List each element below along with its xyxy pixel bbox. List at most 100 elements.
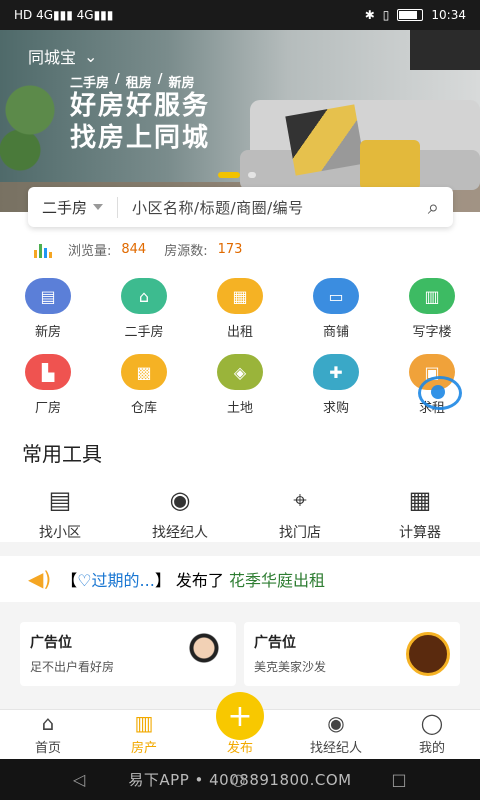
hero-tag: 租房 (125, 76, 152, 91)
tool-find-community[interactable]: ▤ 找小区 (0, 484, 120, 542)
caret-down-icon (93, 204, 104, 210)
calculator-icon: ▦ (408, 486, 432, 514)
category-new-house[interactable]: ▤ 新房 (0, 278, 96, 340)
notice-bar[interactable]: ◀) 【♡过期的...】 发布了 花季华庭出租 (0, 556, 480, 602)
hero-title-line: 找房上同城 (70, 123, 211, 153)
search-icon[interactable]: ⌕ (428, 195, 439, 219)
category-buy-request[interactable]: ✚ 求购 (288, 354, 384, 416)
shop-icon: ▭ (313, 278, 359, 314)
agent-icon: ◉ (327, 711, 345, 735)
category-label: 商铺 (322, 325, 349, 340)
hero-tag: 新房 (168, 76, 195, 91)
category-label: 厂房 (34, 401, 61, 416)
home-nav-icon[interactable]: ○ (231, 770, 245, 789)
warehouse-icon: ▩ (121, 354, 167, 390)
tool-find-store[interactable]: ⌖ 找门店 (240, 484, 360, 542)
tab-home[interactable]: ⌂ 首页 (0, 710, 96, 759)
city-name: 同城宝 (28, 48, 77, 67)
tools-title: 常用工具 (22, 442, 102, 466)
category-label: 仓库 (130, 401, 157, 416)
land-icon: ◈ (217, 354, 263, 390)
map-pin-icon: ⌖ (293, 486, 307, 514)
touch-indicator (418, 376, 462, 410)
views-label: 浏览量: (68, 244, 112, 259)
carousel-dots (218, 172, 256, 178)
rent-icon: ▦ (217, 278, 263, 314)
tab-label: 首页 (34, 741, 61, 756)
ads-row: 广告位 足不出户看好房 广告位 美克美家沙发 (20, 622, 460, 686)
notice-user: ♡过期的... (77, 571, 155, 590)
megaphone-icon: ◀) (28, 567, 52, 591)
status-bar: HD 4G▮▮▮ 4G▮▮▮ ✱ ▯ 10:34 (0, 0, 480, 30)
agent-icon: ◉ (169, 486, 191, 514)
home-icon: ⌂ (41, 711, 55, 735)
tab-mine[interactable]: ◯ 我的 (384, 710, 480, 759)
category-rent[interactable]: ▦ 出租 (192, 278, 288, 340)
category-land[interactable]: ◈ 土地 (192, 354, 288, 416)
search-type-dropdown[interactable]: 二手房 (42, 196, 119, 218)
clock: 10:34 (431, 8, 466, 22)
tool-label: 找小区 (39, 525, 81, 541)
notice-target: 花季华庭出租 (229, 571, 326, 590)
notice-action: 发布了 (175, 571, 224, 590)
search-input[interactable]: 小区名称/标题/商圈/编号 (118, 197, 428, 218)
plant-decor (0, 80, 60, 190)
tool-label: 计算器 (399, 525, 441, 541)
vibrate-icon: ▯ (382, 8, 390, 22)
ad-card[interactable]: 广告位 足不出户看好房 (20, 622, 236, 686)
plus-icon: + (216, 692, 264, 740)
hero-tag-sep: / (115, 72, 120, 87)
chevron-down-icon: ⌄ (84, 46, 98, 66)
agent-avatar (182, 632, 226, 676)
building-icon: ▥ (134, 711, 154, 735)
category-warehouse[interactable]: ▩ 仓库 (96, 354, 192, 416)
tool-label: 找门店 (279, 525, 321, 541)
tool-label: 找经纪人 (152, 525, 208, 541)
system-nav-bar: 易下APP • 4008891800.COM ◁ ○ □ (0, 759, 480, 800)
factory-icon: ▙ (25, 354, 71, 390)
office-icon: ▥ (409, 278, 455, 314)
house-icon: ⌂ (121, 278, 167, 314)
tool-find-agent[interactable]: ◉ 找经纪人 (120, 484, 240, 542)
notice-bracket: 】 (154, 571, 171, 590)
category-label: 求购 (322, 401, 349, 416)
tool-calculator[interactable]: ▦ 计算器 (360, 484, 480, 542)
bar-chart-icon (34, 242, 52, 258)
category-shop[interactable]: ▭ 商铺 (288, 278, 384, 340)
notice-bracket: 【 (61, 571, 78, 590)
carousel-dot (248, 172, 256, 178)
ad-card[interactable]: 广告位 美克美家沙发 (244, 622, 460, 686)
hero-banner[interactable]: 同城宝 ⌄ 二手房 / 租房 / 新房 好房好服务 找房上同城 (0, 30, 480, 212)
hero-tag: 二手房 (70, 76, 110, 91)
handshake-icon: ✚ (313, 354, 359, 390)
listings-label: 房源数: (164, 244, 208, 259)
hero-tag-sep: / (157, 72, 163, 87)
category-label: 写字楼 (412, 325, 452, 340)
carousel-dot-active (218, 172, 240, 178)
stats-row: 浏览量: 844 房源数: 173 (34, 240, 242, 259)
hero-title-line: 好房好服务 (70, 91, 211, 121)
views-count: 844 (121, 242, 147, 257)
tab-label: 房产 (130, 741, 157, 756)
tab-find-agent[interactable]: ◉ 找经纪人 (288, 710, 384, 759)
category-label: 出租 (226, 325, 253, 340)
tab-label: 找经纪人 (309, 741, 362, 756)
category-second-hand[interactable]: ⌂ 二手房 (96, 278, 192, 340)
back-icon[interactable]: ◁ (73, 770, 86, 789)
tab-publish[interactable]: + 发布 (192, 692, 288, 759)
tools-row: ▤ 找小区 ◉ 找经纪人 ⌖ 找门店 ▦ 计算器 (0, 484, 480, 542)
tab-property[interactable]: ▥ 房产 (96, 710, 192, 759)
search-bar[interactable]: 二手房 小区名称/标题/商圈/编号 ⌕ (28, 187, 453, 227)
nav-keys: ◁ ○ □ (0, 759, 480, 800)
category-label: 新房 (34, 325, 61, 340)
tab-label: 我的 (418, 741, 445, 756)
recents-icon[interactable]: □ (392, 770, 408, 789)
document-search-icon: ▤ (48, 486, 72, 514)
building-icon: ▤ (25, 278, 71, 314)
category-label: 二手房 (124, 325, 164, 340)
category-factory[interactable]: ▙ 厂房 (0, 354, 96, 416)
category-office[interactable]: ▥ 写字楼 (384, 278, 480, 340)
battery-icon (397, 9, 424, 21)
signal-icons: HD 4G▮▮▮ 4G▮▮▮ (14, 8, 114, 22)
city-selector[interactable]: 同城宝 ⌄ (28, 44, 97, 68)
